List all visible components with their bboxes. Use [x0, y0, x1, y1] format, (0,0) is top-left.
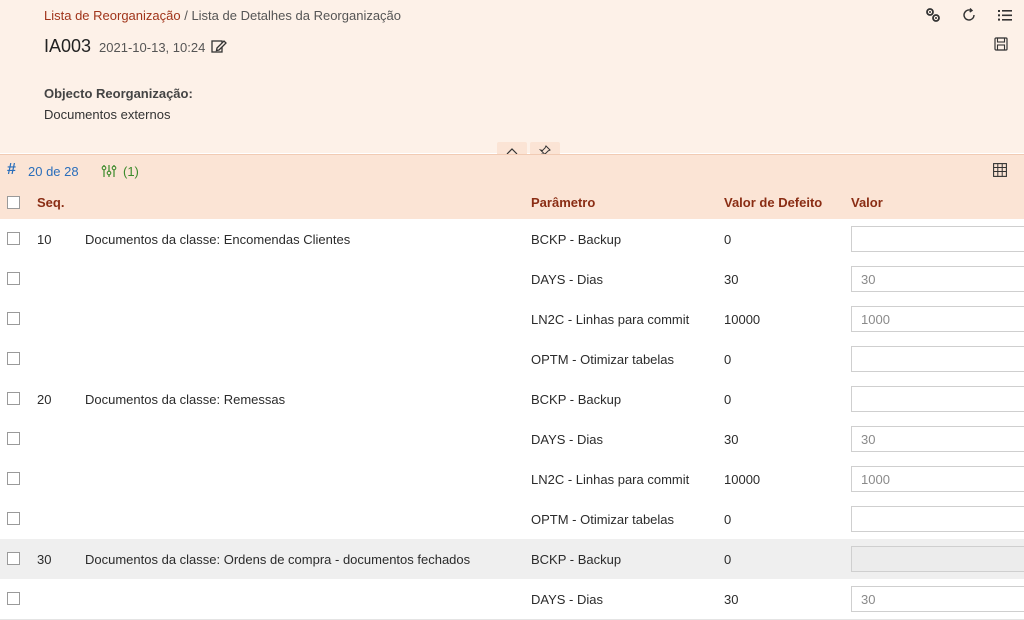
row-checkbox[interactable] [7, 432, 20, 445]
table-row[interactable]: LN2C - Linhas para commit 10000 1000 [0, 459, 1024, 500]
row-checkbox[interactable] [7, 352, 20, 365]
row-parameter: LN2C - Linhas para commit [531, 472, 690, 487]
table-row[interactable]: 10 Documentos da classe: Encomendas Clien… [0, 219, 1024, 260]
table-row[interactable]: 20 Documentos da classe: Remessas BCKP - B… [0, 379, 1024, 420]
row-parameter: BCKP - Backup [531, 392, 622, 407]
row-value-input[interactable] [851, 386, 1024, 412]
list-menu-icon[interactable] [996, 6, 1014, 24]
row-value-input[interactable] [851, 546, 1024, 572]
row-parameter: BCKP - Backup [531, 232, 622, 247]
row-value-input[interactable]: 30 [851, 426, 1024, 452]
edit-icon[interactable] [211, 38, 228, 54]
filter-sliders-icon[interactable] [101, 164, 117, 178]
record-count-icon: # [7, 161, 16, 178]
row-default-value: 10000 [724, 472, 761, 487]
column-header-seq[interactable]: Seq. [37, 195, 64, 210]
row-seq: 10 [37, 232, 52, 247]
table-header: Seq. Parâmetro Valor de Defeito Valor [0, 186, 1024, 219]
row-checkbox[interactable] [7, 232, 20, 245]
column-header-parametro[interactable]: Parâmetro [531, 195, 595, 210]
row-checkbox[interactable] [7, 512, 20, 525]
row-value-input[interactable] [851, 346, 1024, 372]
row-checkbox[interactable] [7, 472, 20, 485]
row-value-input[interactable]: 30 [851, 586, 1024, 612]
record-count[interactable]: 20 de 28 [28, 164, 79, 179]
row-default-value: 0 [724, 352, 732, 367]
reorganization-object-label: Objecto Reorganização: [44, 86, 193, 101]
grid-view-icon[interactable] [993, 163, 1007, 177]
reorganization-object-value: Documentos externos [44, 107, 171, 122]
table-row[interactable]: DAYS - Dias 30 30 [0, 579, 1024, 620]
column-header-valor-defeito[interactable]: Valor de Defeito [724, 195, 822, 210]
breadcrumb-separator: / [180, 8, 192, 23]
row-default-value: 30 [724, 272, 739, 287]
save-icon[interactable] [994, 37, 1010, 53]
breadcrumb-current: Lista de Detalhes da Reorganização [191, 8, 402, 23]
refresh-icon[interactable] [960, 6, 978, 24]
row-description: Documentos da classe: Ordens de compra -… [85, 552, 471, 567]
table-row[interactable]: LN2C - Linhas para commit 10000 1000 [0, 299, 1024, 340]
list-toolbar: # 20 de 28 (1) [0, 154, 1024, 186]
row-seq: 20 [37, 392, 52, 407]
table-row[interactable]: 30 Documentos da classe: Ordens de compra… [0, 539, 1024, 580]
record-header: Lista de Reorganização / Lista de Detalh… [0, 0, 1024, 160]
row-default-value: 30 [724, 592, 739, 607]
row-parameter: DAYS - Dias [531, 432, 603, 447]
column-header-valor[interactable]: Valor [851, 195, 883, 210]
row-parameter: BCKP - Backup [531, 552, 622, 567]
row-value-input[interactable]: 1000 [851, 306, 1024, 332]
table-row[interactable]: DAYS - Dias 30 30 [0, 419, 1024, 460]
row-value-input[interactable] [851, 226, 1024, 252]
row-parameter: OPTM - Otimizar tabelas [531, 352, 675, 367]
row-default-value: 0 [724, 392, 732, 407]
record-timestamp: 2021-10-13, 10:24 [99, 40, 206, 55]
row-default-value: 10000 [724, 312, 761, 327]
row-checkbox[interactable] [7, 312, 20, 325]
breadcrumb-link-reorganization-list[interactable]: Lista de Reorganização [44, 8, 181, 23]
row-value-input[interactable]: 1000 [851, 466, 1024, 492]
row-default-value: 0 [724, 552, 732, 567]
table-row[interactable]: DAYS - Dias 30 30 [0, 259, 1024, 300]
row-checkbox[interactable] [7, 272, 20, 285]
row-parameter: OPTM - Otimizar tabelas [531, 512, 675, 527]
row-checkbox[interactable] [7, 592, 20, 605]
row-parameter: DAYS - Dias [531, 272, 603, 287]
page-title: IA003 [44, 36, 92, 56]
header-actions [924, 6, 1014, 24]
row-default-value: 0 [724, 512, 732, 527]
table-row[interactable]: OPTM - Otimizar tabelas 0 [0, 499, 1024, 540]
breadcrumb: Lista de Reorganização / Lista de Detalh… [44, 8, 401, 23]
select-all-checkbox[interactable] [7, 196, 20, 209]
settings-gears-icon[interactable] [924, 6, 942, 24]
row-value-input[interactable]: 30 [851, 266, 1024, 292]
table-row[interactable]: OPTM - Otimizar tabelas 0 [0, 339, 1024, 380]
row-description: Documentos da classe: Encomendas Cliente… [85, 232, 351, 247]
row-seq: 30 [37, 552, 52, 567]
row-checkbox[interactable] [7, 552, 20, 565]
row-parameter: LN2C - Linhas para commit [531, 312, 690, 327]
row-description: Documentos da classe: Remessas [85, 392, 286, 407]
row-default-value: 30 [724, 432, 739, 447]
row-parameter: DAYS - Dias [531, 592, 603, 607]
active-filter-count[interactable]: (1) [123, 164, 139, 179]
row-checkbox[interactable] [7, 392, 20, 405]
row-default-value: 0 [724, 232, 732, 247]
title-row: IA003 2021-10-13, 10:24 [44, 36, 228, 57]
row-value-input[interactable] [851, 506, 1024, 532]
